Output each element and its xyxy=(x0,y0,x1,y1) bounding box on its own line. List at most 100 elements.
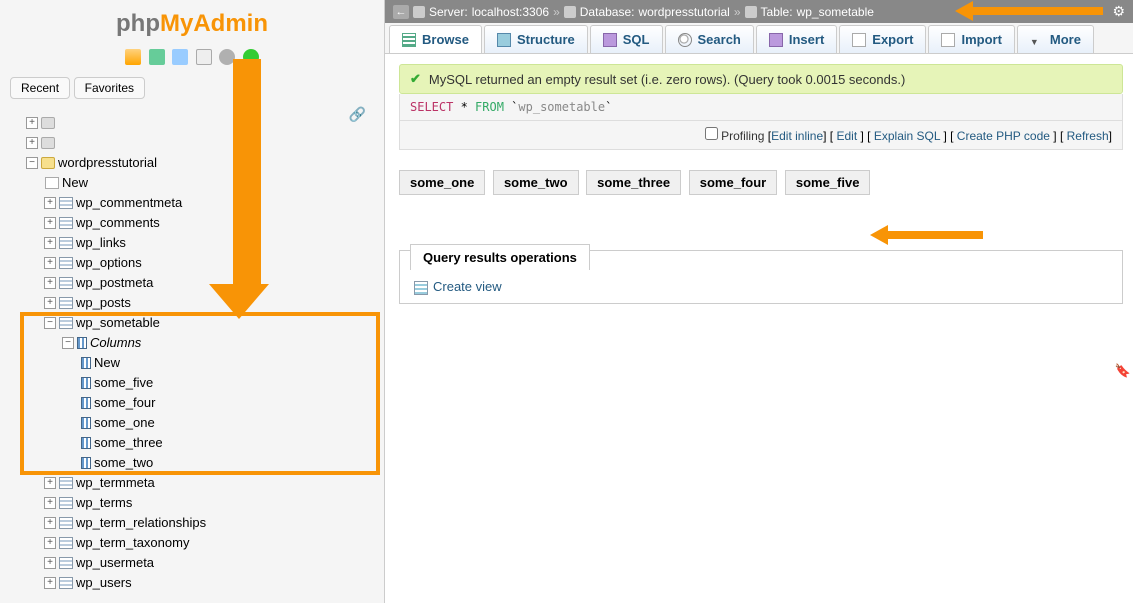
expand-icon[interactable]: + xyxy=(44,217,56,229)
edit-inline-link[interactable]: Edit inline xyxy=(771,129,823,143)
new-column-link[interactable]: New xyxy=(94,355,120,370)
bc-server-label: Server: xyxy=(429,5,468,19)
expand-icon[interactable]: + xyxy=(44,197,56,209)
table-link[interactable]: wp_usermeta xyxy=(76,555,154,570)
tab-search[interactable]: Search xyxy=(665,25,754,53)
sql-icon[interactable] xyxy=(172,49,188,65)
logo[interactable]: phpMyAdmin xyxy=(0,0,384,44)
explain-sql-link[interactable]: Explain SQL xyxy=(874,129,940,143)
bookmark-icon[interactable]: 🔖 xyxy=(1115,363,1131,379)
edit-link[interactable]: Edit xyxy=(836,129,857,143)
table-link[interactable]: wp_commentmeta xyxy=(76,195,182,210)
table-icon xyxy=(59,297,73,309)
columns-icon xyxy=(77,337,87,349)
sidebar-toolbar xyxy=(0,44,384,69)
bc-table-value[interactable]: wp_sometable xyxy=(797,5,874,19)
new-link[interactable]: New xyxy=(62,175,88,190)
expand-icon[interactable]: + xyxy=(26,117,38,129)
tab-export[interactable]: Export xyxy=(839,25,926,53)
table-icon xyxy=(59,217,73,229)
table-link[interactable]: wp_terms xyxy=(76,495,132,510)
table-link[interactable]: wp_options xyxy=(76,255,142,270)
search-icon xyxy=(678,33,692,47)
tab-recent[interactable]: Recent xyxy=(10,77,70,99)
table-link[interactable]: wp_comments xyxy=(76,215,160,230)
refresh-link[interactable]: Refresh xyxy=(1067,129,1109,143)
tab-browse[interactable]: Browse xyxy=(389,25,482,53)
tab-label: Import xyxy=(961,32,1001,47)
column-header[interactable]: some_two xyxy=(493,170,579,195)
column-link[interactable]: some_two xyxy=(94,455,153,470)
table-link[interactable]: wp_termmeta xyxy=(76,475,155,490)
database-icon xyxy=(41,157,55,169)
column-header[interactable]: some_five xyxy=(785,170,871,195)
gear-icon[interactable]: ⚙ xyxy=(1112,3,1125,20)
table-link[interactable]: wp_links xyxy=(76,235,126,250)
doc-icon[interactable] xyxy=(196,49,212,65)
expand-icon[interactable]: + xyxy=(44,277,56,289)
table-link[interactable]: wp_term_taxonomy xyxy=(76,535,189,550)
import-icon xyxy=(941,33,955,47)
tab-insert[interactable]: Insert xyxy=(756,25,837,53)
column-header[interactable]: some_four xyxy=(689,170,777,195)
table-link[interactable]: wp_posts xyxy=(76,295,131,310)
sql-text: wp_sometable xyxy=(518,100,605,114)
columns-label[interactable]: Columns xyxy=(90,335,141,350)
bc-db-value[interactable]: wordpresstutorial xyxy=(638,5,729,19)
column-link[interactable]: some_four xyxy=(94,395,155,410)
column-link[interactable]: some_five xyxy=(94,375,153,390)
column-link[interactable]: some_one xyxy=(94,415,155,430)
back-icon[interactable]: ← xyxy=(393,5,409,19)
collapse-icon[interactable]: − xyxy=(26,157,38,169)
create-php-link[interactable]: Create PHP code xyxy=(957,129,1050,143)
success-message: ✔ MySQL returned an empty result set (i.… xyxy=(399,64,1123,94)
table-link[interactable]: wp_sometable xyxy=(76,315,160,330)
tab-sql[interactable]: SQL xyxy=(590,25,663,53)
tab-import[interactable]: Import xyxy=(928,25,1014,53)
profiling-checkbox[interactable]: Profiling xyxy=(705,129,765,143)
create-view-icon xyxy=(414,281,428,295)
tab-label: More xyxy=(1050,32,1081,47)
sql-keyword: SELECT xyxy=(410,100,453,114)
column-link[interactable]: some_three xyxy=(94,435,163,450)
expand-icon[interactable]: + xyxy=(44,577,56,589)
gear-icon[interactable] xyxy=(219,49,235,65)
table-link[interactable]: wp_term_relationships xyxy=(76,515,206,530)
create-view-link[interactable]: Create view xyxy=(433,279,502,294)
db-tree: + + − wordpresstutorial New + wp_commentme… xyxy=(0,109,384,593)
tab-label: Export xyxy=(872,32,913,47)
tab-more[interactable]: More xyxy=(1017,25,1094,53)
expand-icon[interactable]: + xyxy=(44,477,56,489)
exit-icon[interactable] xyxy=(149,49,165,65)
tab-structure[interactable]: Structure xyxy=(484,25,588,53)
sql-keyword: FROM xyxy=(475,100,504,114)
profiling-input[interactable] xyxy=(705,127,718,140)
expand-icon[interactable]: + xyxy=(44,497,56,509)
sql-query-box: SELECT * FROM `wp_sometable` xyxy=(399,94,1123,121)
bc-server-value[interactable]: localhost:3306 xyxy=(472,5,549,19)
table-icon xyxy=(59,237,73,249)
column-header[interactable]: some_three xyxy=(586,170,681,195)
table-link[interactable]: wp_postmeta xyxy=(76,275,153,290)
collapse-icon[interactable]: − xyxy=(62,337,74,349)
expand-icon[interactable]: + xyxy=(44,257,56,269)
expand-icon[interactable]: + xyxy=(44,237,56,249)
bc-table-label: Table: xyxy=(761,5,793,19)
expand-icon[interactable]: + xyxy=(44,537,56,549)
table-icon xyxy=(745,6,757,18)
home-icon[interactable] xyxy=(125,49,141,65)
collapse-icon[interactable]: − xyxy=(44,317,56,329)
expand-icon[interactable]: + xyxy=(44,297,56,309)
expand-icon[interactable]: + xyxy=(44,557,56,569)
expand-icon[interactable]: + xyxy=(44,517,56,529)
table-icon xyxy=(59,497,73,509)
db-name[interactable]: wordpresstutorial xyxy=(58,155,157,170)
tab-favorites[interactable]: Favorites xyxy=(74,77,145,99)
reload-icon[interactable] xyxy=(243,49,259,65)
sql-actions: Profiling [Edit inline] [ Edit ] [ Expla… xyxy=(399,121,1123,150)
sidebar: phpMyAdmin Recent Favorites 🔗 + + −wordp… xyxy=(0,0,385,603)
column-icon xyxy=(81,357,91,369)
expand-icon[interactable]: + xyxy=(26,137,38,149)
column-header[interactable]: some_one xyxy=(399,170,485,195)
table-link[interactable]: wp_users xyxy=(76,575,132,590)
